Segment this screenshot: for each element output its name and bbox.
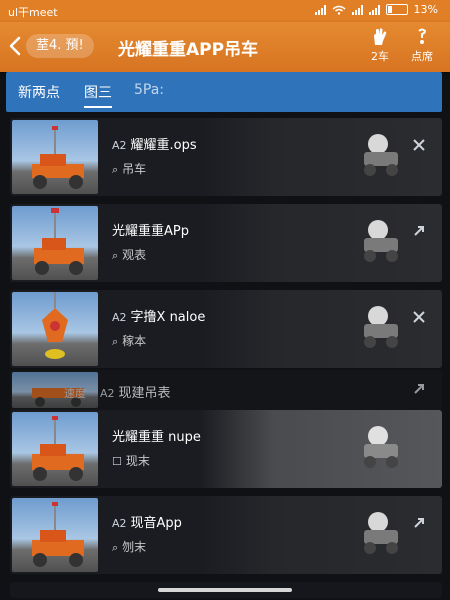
robot-icon — [364, 512, 398, 554]
row-title-prefix: A2 — [100, 387, 115, 400]
header-button-2[interactable]: 点席 — [404, 28, 440, 68]
list-item[interactable]: A2 现音App ⌕ 刎末 — [10, 496, 442, 574]
search-icon: ⌕ — [112, 163, 119, 176]
thumbnail-image — [12, 120, 98, 194]
list-item[interactable]: 光耀重重APp ⌕ 观表 — [10, 204, 442, 282]
share-icon[interactable] — [410, 380, 428, 398]
robot-icon — [364, 134, 398, 176]
tab-1[interactable]: 新两点 — [18, 82, 60, 102]
header-button-1[interactable]: 2车 — [362, 28, 398, 68]
row-title-prefix: A2 — [112, 517, 127, 530]
header-pill[interactable]: 荎4. 預! — [26, 34, 94, 58]
list-item[interactable]: A2 耀耀重.ops ⌕ 吊车 — [10, 118, 442, 196]
home-indicator[interactable] — [158, 588, 292, 592]
row-subtitle: 现末 — [125, 454, 150, 468]
page-title: 光耀重重APP吊车 — [118, 40, 259, 60]
search-icon: ⌕ — [112, 541, 119, 554]
row-subtitle: 稼本 — [122, 334, 147, 348]
row-title: 现建吊表 — [118, 386, 171, 401]
thumbnail-image — [12, 292, 98, 366]
row-title: 现音App — [130, 516, 182, 531]
row-title-prefix: A2 — [112, 139, 127, 152]
row-title: 耀耀重.ops — [130, 138, 197, 153]
search-icon: ⌕ — [112, 249, 119, 262]
header-button-1-label: 2车 — [371, 50, 389, 63]
close-icon[interactable] — [410, 308, 428, 326]
list-item[interactable]: A2 字撸X naloe ⌕ 稼本 — [10, 290, 442, 368]
battery-icon — [385, 4, 408, 15]
row-subtitle: 吊车 — [122, 162, 147, 176]
tab-2[interactable]: 图三 — [84, 82, 112, 108]
dots-icon — [418, 28, 427, 44]
thumbnail-image — [12, 206, 98, 280]
tab-bar: 新两点 图三 5Pa: — [6, 72, 442, 112]
tab-3[interactable]: 5Pa: — [134, 82, 164, 98]
wifi-icon — [332, 5, 346, 15]
robot-icon — [364, 426, 398, 468]
signal-icon-2 — [351, 4, 363, 15]
row-subtitle: 观表 — [122, 248, 147, 262]
row-prefix-left: 速度 — [64, 387, 86, 400]
list-item[interactable]: 速度 A2 现建吊表 — [10, 370, 442, 410]
list-item[interactable]: 光耀重重 nupe ☐ 现末 — [10, 410, 442, 488]
signal-icon — [314, 4, 326, 15]
square-icon: ☐ — [112, 455, 122, 468]
row-title: 字撸X naloe — [130, 310, 206, 325]
robot-icon — [364, 306, 398, 348]
row-title: 光耀重重 nupe — [112, 430, 201, 445]
row-subtitle: 刎末 — [122, 540, 147, 554]
back-chevron-icon[interactable] — [6, 34, 26, 58]
share-icon[interactable] — [410, 222, 428, 240]
battery-percent: 13% — [413, 3, 438, 16]
row-title-prefix: A2 — [112, 311, 127, 324]
close-icon[interactable] — [410, 136, 428, 154]
hand-icon — [374, 28, 387, 45]
share-icon[interactable] — [410, 514, 428, 532]
carrier-text: ul干meet — [8, 6, 58, 19]
thumbnail-image — [12, 412, 98, 486]
signal-icon-3 — [368, 4, 380, 15]
search-icon: ⌕ — [112, 335, 119, 348]
row-title: 光耀重重APp — [112, 224, 189, 239]
thumbnail-image — [12, 498, 98, 572]
header-button-2-label: 点席 — [411, 50, 433, 63]
app-header: 荎4. 預! 光耀重重APP吊车 2车 点席 — [0, 22, 450, 72]
robot-icon — [364, 220, 398, 262]
status-bar: ul干meet 13% — [0, 0, 450, 22]
